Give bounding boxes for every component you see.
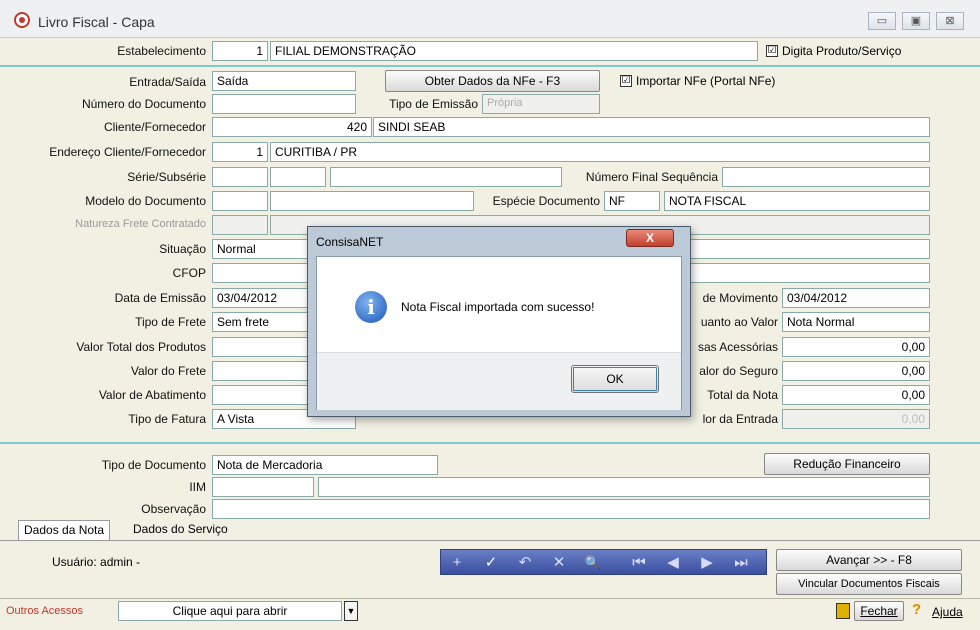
modelo-label: Modelo do Documento bbox=[85, 194, 206, 208]
iim-field[interactable] bbox=[318, 477, 930, 497]
dialog-close-button[interactable]: X bbox=[626, 229, 674, 247]
message-dialog: ConsisaNET X i Nota Fiscal importada com… bbox=[307, 226, 691, 417]
data-emissao-label: Data de Emissão bbox=[114, 291, 206, 305]
door-icon bbox=[836, 603, 850, 619]
iim-code[interactable] bbox=[212, 477, 314, 497]
usuario-label: Usuário: admin - bbox=[52, 555, 141, 569]
confirm-icon[interactable]: ✓ bbox=[481, 553, 501, 573]
numero-final-label: Número Final Sequência bbox=[585, 170, 718, 184]
tab-dados-nota[interactable]: Dados da Nota bbox=[18, 520, 111, 540]
tipo-emissao-label: Tipo de Emissão bbox=[389, 97, 478, 111]
valor-seguro-field[interactable]: 0,00 bbox=[782, 361, 930, 381]
info-icon: i bbox=[355, 291, 387, 323]
acessorias-field[interactable]: 0,00 bbox=[782, 337, 930, 357]
subserie-field[interactable] bbox=[270, 167, 326, 187]
numero-documento-label: Número do Documento bbox=[81, 97, 206, 111]
observacao-field[interactable] bbox=[212, 499, 930, 519]
ajuda-button[interactable]: Ajuda bbox=[932, 605, 963, 619]
digita-produto-checkbox[interactable]: ☑ bbox=[766, 45, 778, 57]
navigation-toolbar: + ✓ ↶ ✕ 🔍 ⏮ ◀ ▶ ⏭ bbox=[440, 549, 767, 575]
digita-produto-label: Digita Produto/Serviço bbox=[782, 44, 902, 58]
ok-button[interactable]: OK bbox=[571, 365, 659, 393]
dialog-message: Nota Fiscal importada com sucesso! bbox=[401, 300, 595, 314]
modelo-code[interactable] bbox=[212, 191, 268, 211]
avancar-button[interactable]: Avançar >> - F8 bbox=[776, 549, 962, 571]
natureza-frete-label: Natureza Frete Contratado bbox=[75, 218, 206, 230]
undo-icon[interactable]: ↶ bbox=[515, 553, 535, 573]
dialog-title: ConsisaNET bbox=[316, 235, 384, 249]
footer-divider bbox=[0, 598, 980, 599]
help-icon: ? bbox=[912, 601, 922, 618]
estabelecimento-code[interactable]: 1 bbox=[212, 41, 268, 61]
cliente-code[interactable]: 420 bbox=[212, 117, 372, 137]
tab-dados-servico[interactable]: Dados do Serviço bbox=[128, 520, 233, 540]
data-movimento-field[interactable]: 03/04/2012 bbox=[782, 288, 930, 308]
dialog-body: i Nota Fiscal importada com sucesso! OK bbox=[316, 256, 682, 410]
modelo-field[interactable] bbox=[270, 191, 474, 211]
minimize-button[interactable]: ▭ bbox=[868, 12, 896, 30]
cliente-name[interactable]: SINDI SEAB bbox=[373, 117, 930, 137]
especie-field[interactable]: NOTA FISCAL bbox=[664, 191, 930, 211]
natureza-frete-code bbox=[212, 215, 268, 235]
previous-record-icon[interactable]: ◀ bbox=[663, 553, 683, 573]
endereco-code[interactable]: 1 bbox=[212, 142, 268, 162]
estabelecimento-label: Estabelecimento bbox=[117, 44, 206, 58]
app-icon bbox=[14, 12, 30, 28]
fechar-button[interactable]: Fechar bbox=[854, 601, 904, 621]
maximize-button[interactable]: ▣ bbox=[902, 12, 930, 30]
situacao-label: Situação bbox=[159, 242, 206, 256]
cfop-label: CFOP bbox=[172, 266, 206, 280]
vincular-documentos-button[interactable]: Vincular Documentos Fiscais bbox=[776, 573, 962, 595]
valor-frete-label: Valor do Frete bbox=[130, 364, 206, 378]
title-bar: Livro Fiscal - Capa ▭ ▣ ⊠ bbox=[0, 0, 980, 38]
search-icon[interactable]: 🔍 bbox=[583, 553, 603, 573]
cliente-label: Cliente/Fornecedor bbox=[103, 120, 206, 134]
section-divider-2 bbox=[0, 442, 980, 444]
entrada-saida-field[interactable]: Saída bbox=[212, 71, 356, 91]
add-icon[interactable]: + bbox=[447, 553, 467, 573]
numero-documento-field[interactable] bbox=[212, 94, 356, 114]
numero-final-field[interactable] bbox=[722, 167, 930, 187]
especie-code[interactable]: NF bbox=[604, 191, 660, 211]
next-record-icon[interactable]: ▶ bbox=[697, 553, 717, 573]
serie-label: Série/Subsérie bbox=[127, 170, 206, 184]
iim-label: IIM bbox=[189, 480, 206, 494]
tipo-emissao-field: Própria bbox=[482, 94, 600, 114]
quanto-valor-field[interactable]: Nota Normal bbox=[782, 312, 930, 332]
total-nota-field[interactable]: 0,00 bbox=[782, 385, 930, 405]
serie-field[interactable] bbox=[212, 167, 268, 187]
estabelecimento-name[interactable]: FILIAL DEMONSTRAÇÃO bbox=[270, 41, 758, 61]
tipo-fatura-label: Tipo de Fatura bbox=[128, 412, 206, 426]
entrada-saida-label: Entrada/Saída bbox=[129, 75, 206, 89]
valor-entrada-field: 0,00 bbox=[782, 409, 930, 429]
cancel-icon[interactable]: ✕ bbox=[549, 553, 569, 573]
tipo-documento-label: Tipo de Documento bbox=[101, 458, 206, 472]
importar-nfe-label: Importar NFe (Portal NFe) bbox=[636, 74, 776, 88]
endereco-field[interactable]: CURITIBA / PR bbox=[270, 142, 930, 162]
importar-nfe-checkbox[interactable]: ☑ bbox=[620, 75, 632, 87]
last-record-icon[interactable]: ⏭ bbox=[731, 553, 751, 573]
endereco-label: Endereço Cliente/Fornecedor bbox=[49, 145, 206, 159]
especie-label: Espécie Documento bbox=[492, 194, 600, 208]
obter-nfe-button[interactable]: Obter Dados da NFe - F3 bbox=[385, 70, 600, 92]
chevron-down-icon[interactable]: ▼ bbox=[344, 601, 358, 621]
first-record-icon[interactable]: ⏮ bbox=[629, 553, 649, 573]
valor-total-produtos-label: Valor Total dos Produtos bbox=[76, 340, 206, 354]
close-button[interactable]: ⊠ bbox=[936, 12, 964, 30]
tabs-baseline bbox=[0, 540, 980, 541]
tipo-documento-field[interactable]: Nota de Mercadoria bbox=[212, 455, 438, 475]
serie-extra-field[interactable] bbox=[330, 167, 562, 187]
tipo-frete-label: Tipo de Frete bbox=[135, 315, 206, 329]
observacao-label: Observação bbox=[141, 502, 206, 516]
outros-acessos-label: Outros Acessos bbox=[6, 605, 84, 617]
section-divider bbox=[0, 65, 980, 67]
reducao-financeiro-button[interactable]: Redução Financeiro bbox=[764, 453, 930, 475]
valor-abatimento-label: Valor de Abatimento bbox=[98, 388, 206, 402]
outros-acessos-dropdown[interactable]: Clique aqui para abrir bbox=[118, 601, 342, 621]
window-title: Livro Fiscal - Capa bbox=[38, 14, 155, 30]
